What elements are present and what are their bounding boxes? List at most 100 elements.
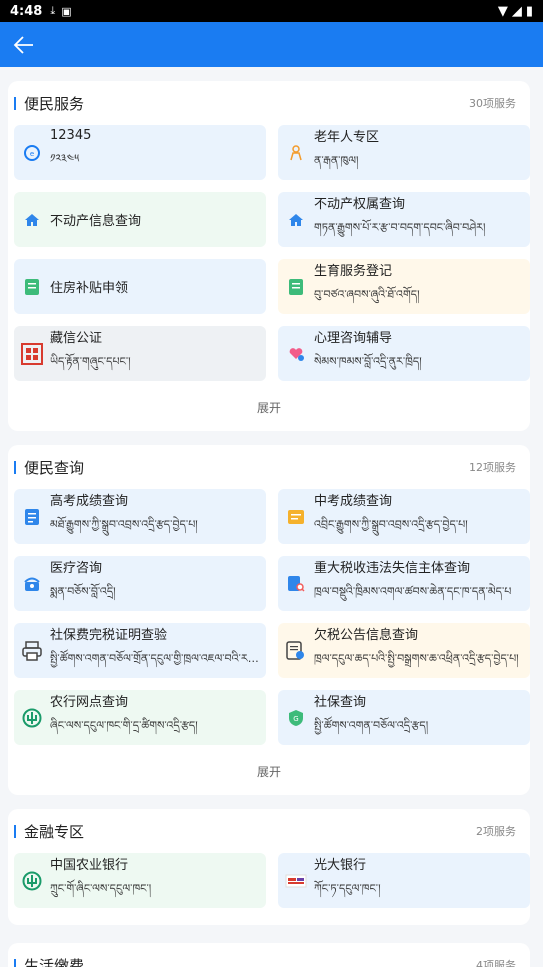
service-card-text: 中考成绩查询 འབྲིང་རྒྱུགས་ཀྱི་སྒྲུབ་འབྲས་འདྲི་ར…	[314, 490, 474, 543]
service-card-label: 生育服务登记	[314, 264, 393, 279]
service-card-label: 中考成绩查询	[314, 494, 393, 509]
service-card-sublabel: ༡༢༣༤༥	[50, 152, 80, 165]
service-card[interactable]: 重大税收违法失信主体查询 ཁྲལ་བསྡུའི་ཁྲིམས་འགལ་ཚབས་ཆེན…	[278, 556, 530, 611]
service-card-label: 欠税公告信息查询	[314, 628, 419, 643]
service-card-sublabel: གཏན་རྒྱུགས་པོ་ར་རྩ་བ་བདག་དབང་ཞིབ་བཤེར།	[314, 221, 486, 234]
wifi-icon: ▼	[497, 3, 508, 19]
service-card-sublabel: ཁྲལ་དངུལ་ཆད་པའི་སྤྱི་བསྒྲགས་ཆ་འཕྲིན་འདྲི…	[314, 652, 519, 665]
section-count: 30项服务	[469, 97, 516, 110]
svg-text:e: e	[30, 150, 34, 158]
heart-chat-icon	[278, 345, 314, 363]
service-card[interactable]: 心理咨询辅导 སེམས་ཁམས་བློ་འདྲི་ནུར་ཁྲིད།	[278, 326, 530, 381]
printer-icon	[14, 640, 50, 662]
document-green-icon	[14, 278, 50, 296]
battery-icon: ▮	[525, 3, 533, 19]
service-card-sublabel: སེམས་ཁམས་བློ་འདྲི་ནུར་ཁྲིད།	[314, 355, 422, 368]
service-card-label: 医疗咨询	[50, 561, 103, 576]
service-card[interactable]: e 12345 ༡༢༣༤༥	[14, 125, 266, 180]
expand-button[interactable]: 展开	[8, 763, 530, 780]
service-card-text: 不动产权属查询 གཏན་རྒྱུགས་པོ་ར་རྩ་བ་བདག་དབང་ཞིབ་…	[314, 193, 491, 246]
tax-search-icon	[278, 575, 314, 593]
service-card[interactable]: G 社保查询 སྤྱི་ཚོགས་འགན་བཅོལ་འདྲི་རྩད།	[278, 690, 530, 745]
service-card[interactable]: 生育服务登记 བུ་བཙའ་ཞབས་ཞུའི་ཐོ་འགོད།	[278, 259, 530, 314]
service-card-label: 重大税收违法失信主体查询	[314, 561, 471, 576]
section-count: 4项服务	[476, 959, 516, 967]
score-list-icon	[14, 508, 50, 526]
service-card-text: 欠税公告信息查询 ཁྲལ་དངུལ་ཆད་པའི་སྤྱི་བསྒྲགས་ཆ་འཕ…	[314, 624, 525, 677]
service-card[interactable]: 中考成绩查询 འབྲིང་རྒྱུགས་ཀྱི་སྒྲུབ་འབྲས་འདྲི་ར…	[278, 489, 530, 544]
section-count: 12项服务	[469, 461, 516, 474]
service-card-text: 光大银行 ཀོང་ཏ་དངུལ་ཁང་།	[314, 854, 387, 907]
service-card[interactable]: 农行网点查询 ཞིང་ལས་དངུལ་ཁང་གི་དྲ་ཚིགས་འདྲི་རྩད…	[14, 690, 266, 745]
service-card-text: 住房补贴申领	[50, 277, 134, 296]
service-card-text: 生育服务登记 བུ་བཙའ་ཞབས་ཞུའི་ཐོ་འགོད།	[314, 260, 426, 313]
app-bar	[0, 22, 543, 67]
abc-bank-icon	[14, 871, 50, 891]
service-card[interactable]: 光大银行 ཀོང་ཏ་དངུལ་ཁང་།	[278, 853, 530, 908]
service-card-label: 心理咨询辅导	[314, 331, 393, 346]
service-card-text: 不动产信息查询	[50, 210, 147, 229]
service-card-text: 12345 ༡༢༣༤༥	[50, 128, 97, 177]
tax-notice-icon	[278, 640, 314, 661]
service-card-label: 不动产权属查询	[314, 197, 406, 212]
section-header: 生活缴费 4项服务	[8, 943, 530, 967]
service-card-label: 12345	[50, 128, 92, 143]
download-icon: ⤓	[50, 4, 56, 17]
service-card[interactable]: 藏信公证 ཡིད་རྟོན་གཞུང་དཔང་།	[14, 326, 266, 381]
service-card-text: 心理咨询辅导 སེམས་ཁམས་བློ་འདྲི་ནུར་ཁྲིད།	[314, 327, 428, 380]
section-accent-bar	[14, 958, 16, 967]
service-card[interactable]: 不动产信息查询	[14, 192, 266, 247]
section-title: 便民查询	[24, 458, 85, 477]
service-card-text: 社保查询 སྤྱི་ཚོགས་འགན་བཅོལ་འདྲི་རྩད།	[314, 691, 434, 744]
phone-icon	[14, 575, 50, 593]
section-title: 生活缴费	[24, 956, 85, 967]
section-accent-bar	[14, 460, 16, 474]
service-card-label: 藏信公证	[50, 331, 103, 346]
service-card[interactable]: 欠税公告信息查询 ཁྲལ་དངུལ་ཆད་པའི་སྤྱི་བསྒྲགས་ཆ་འཕ…	[278, 623, 530, 678]
service-card-text: 老年人专区 ན་རྒན་ཁུལ།	[314, 126, 385, 179]
service-card-label: 不动产信息查询	[50, 214, 142, 229]
service-card-label: 中国农业银行	[50, 858, 129, 873]
section-utility-payments: 生活缴费 4项服务	[8, 943, 530, 967]
service-card-text: 藏信公证 ཡིད་རྟོན་གཞུང་དཔང་།	[50, 327, 137, 380]
service-card[interactable]: 中国农业银行 ཀྲུང་གོ་ཞིང་ལས་དངུལ་ཁང་།	[14, 853, 266, 908]
section-convenience-services: 便民服务 30项服务 e 12345 ༡༢༣༤༥ 老年人专区 ན་རྒན་ཁུལ། 不动产…	[8, 81, 530, 431]
elderly-person-icon	[278, 144, 314, 162]
service-card-sublabel: ཁྲལ་བསྡུའི་ཁྲིམས་འགལ་ཚབས་ཆེན་དང་ཁ་དན་མེད…	[314, 585, 512, 598]
service-card-label: 社保费完税证明查验	[50, 628, 168, 643]
status-time: 4:48	[10, 3, 43, 19]
everbright-bank-icon	[278, 872, 314, 890]
section-header: 金融专区 2项服务	[8, 809, 530, 853]
service-card-label: 社保查询	[314, 695, 367, 710]
service-card[interactable]: 住房补贴申领	[14, 259, 266, 314]
content-scroll[interactable]: 便民服务 30项服务 e 12345 ༡༢༣༤༥ 老年人专区 ན་རྒན་ཁུལ། 不动产…	[0, 67, 543, 967]
back-arrow-icon[interactable]	[12, 33, 36, 57]
service-card-sublabel: མཐོ་རྒྱུགས་ཀྱི་སྒྲུབ་འབྲས་འདྲི་རྩད་བྱེད་…	[50, 518, 198, 531]
service-card-sublabel: སྨན་བཅོས་བློ་འདྲི།	[50, 585, 116, 598]
service-card[interactable]: 社保费完税证明查验 སྤྱི་ཚོགས་འགན་བཅོལ་གྲོན་དངུལ་གྱ…	[14, 623, 266, 678]
section-accent-bar	[14, 96, 16, 110]
house-icon	[14, 211, 50, 229]
service-card-text: 中国农业银行 ཀྲུང་གོ་ཞིང་ལས་དངུལ་ཁང་།	[50, 854, 157, 907]
service-card[interactable]: 不动产权属查询 གཏན་རྒྱུགས་པོ་ར་རྩ་བ་བདག་དབང་ཞིབ་…	[278, 192, 530, 247]
signal-icon: ◢	[511, 3, 522, 19]
section-header: 便民查询 12项服务	[8, 445, 530, 489]
house-icon	[278, 211, 314, 229]
service-card-label: 高考成绩查询	[50, 494, 129, 509]
service-card[interactable]: 老年人专区 ན་རྒན་ཁུལ།	[278, 125, 530, 180]
service-card-label: 住房补贴申领	[50, 281, 129, 296]
service-card-text: 医疗咨询 སྨན་བཅོས་བློ་འདྲི།	[50, 557, 122, 610]
svg-text:G: G	[293, 715, 298, 723]
service-card[interactable]: 高考成绩查询 མཐོ་རྒྱུགས་ཀྱི་སྒྲུབ་འབྲས་འདྲི་རྩད…	[14, 489, 266, 544]
section-accent-bar	[14, 824, 16, 838]
shield-green-icon: G	[278, 709, 314, 727]
service-card-sublabel: ཞིང་ལས་དངུལ་ཁང་གི་དྲ་ཚིགས་འདྲི་རྩད།	[50, 719, 198, 732]
document-green-icon	[278, 278, 314, 296]
abc-bank-icon	[14, 708, 50, 728]
status-bar: 4:48 ⤓ ▣ ▼ ◢ ▮	[0, 0, 543, 22]
seal-stamp-icon	[14, 342, 50, 365]
service-card[interactable]: 医疗咨询 སྨན་བཅོས་བློ་འདྲི།	[14, 556, 266, 611]
section-header: 便民服务 30项服务	[8, 81, 530, 125]
expand-button[interactable]: 展开	[8, 399, 530, 416]
section-count: 2项服务	[476, 825, 516, 838]
